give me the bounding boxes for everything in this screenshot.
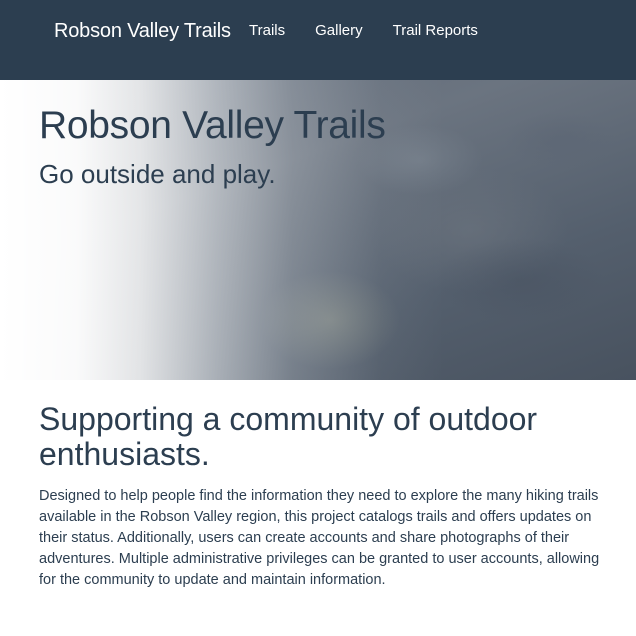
section-description: Designed to help people find the informa…	[39, 488, 600, 588]
section-heading: Supporting a community of outdoor enthus…	[39, 401, 538, 472]
nav-link-trails[interactable]: Trails	[249, 20, 285, 42]
nav-link-trail-reports[interactable]: Trail Reports	[393, 20, 478, 42]
hero-title: Robson Valley Trails	[39, 104, 386, 147]
nav-link-gallery[interactable]: Gallery	[315, 20, 363, 42]
brand-link[interactable]: Robson Valley Trails	[54, 18, 231, 44]
nav-menu: Trails Gallery Trail Reports	[249, 20, 508, 42]
hero-banner: Robson Valley Trails Go outside and play…	[0, 80, 636, 380]
hero-subtitle: Go outside and play.	[39, 159, 276, 189]
top-navbar: Robson Valley Trails Trails Gallery Trai…	[0, 0, 636, 80]
main-content: Supporting a community of outdoor enthus…	[39, 402, 601, 591]
